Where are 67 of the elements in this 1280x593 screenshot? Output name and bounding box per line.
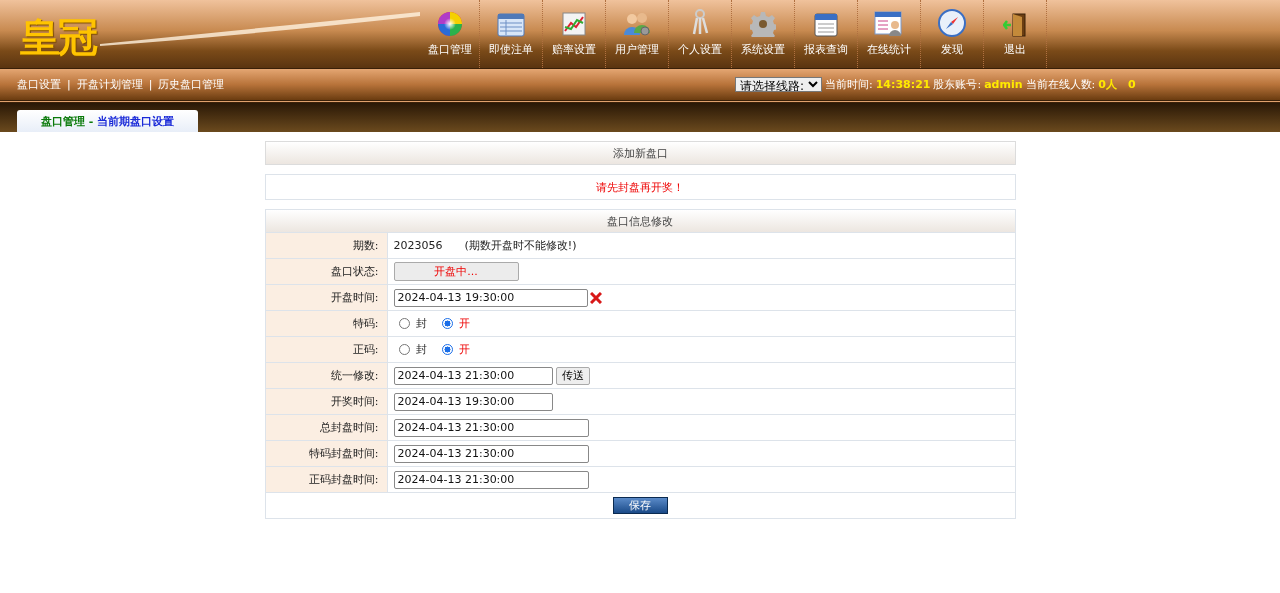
- compass-icon: [938, 9, 966, 37]
- radio-button[interactable]: [398, 344, 410, 355]
- field-label: 正码封盘时间:: [308, 472, 379, 487]
- profile-card-icon: [874, 11, 904, 37]
- nav-item[interactable]: 退出: [984, 0, 1047, 68]
- count-value: 0: [1127, 78, 1136, 91]
- account-name: admin: [984, 78, 1023, 91]
- datetime-field[interactable]: 2024-04-13 21:30:00: [393, 366, 553, 385]
- online-label: 当前在线人数:: [1025, 77, 1096, 92]
- datetime-field[interactable]: 2024-04-13 19:30:00: [393, 392, 553, 411]
- exit-door-icon: [1003, 13, 1027, 37]
- field-label: 盘口状态:: [330, 264, 379, 279]
- field-label: 开盘时间:: [330, 290, 379, 305]
- nav-item[interactable]: 报表查询: [795, 0, 858, 68]
- nav-item[interactable]: 盘口管理: [420, 0, 480, 68]
- subnav-link[interactable]: 历史盘口管理: [158, 77, 225, 92]
- table-icon: [497, 13, 525, 37]
- nav-item[interactable]: 在线统计: [858, 0, 921, 68]
- line-select[interactable]: 请选择线路:: [735, 77, 822, 92]
- field-label: 特码封盘时间:: [308, 446, 379, 461]
- page-tab[interactable]: 盘口管理 - 当前期盘口设置: [17, 110, 199, 132]
- datetime-field[interactable]: 2024-04-13 21:30:00: [393, 418, 589, 437]
- subnav-link[interactable]: 盘口设置: [17, 77, 61, 92]
- datetime-field[interactable]: 2024-04-13 21:30:00: [393, 470, 589, 489]
- separator: |: [67, 78, 71, 91]
- nav-item[interactable]: 系统设置: [732, 0, 795, 68]
- calendar-icon: [814, 11, 838, 37]
- color-wheel-icon: [436, 11, 463, 37]
- radio-button[interactable]: [441, 318, 453, 329]
- form-title: 盘口信息修改: [265, 210, 1015, 232]
- save-button[interactable]: 保存: [612, 497, 668, 514]
- radio-label: 开: [458, 342, 470, 357]
- logo: 皇冠: [20, 13, 96, 62]
- notice-message: 请先封盘再开奖！: [264, 174, 1016, 200]
- account-label: 股东账号:: [933, 77, 982, 92]
- users-icon: [623, 11, 651, 37]
- datetime-field[interactable]: 2024-04-13 19:30:00: [393, 288, 588, 307]
- separator: |: [148, 78, 153, 91]
- radio-label: 封: [415, 316, 427, 331]
- radio-label: 开: [458, 316, 470, 331]
- radio-label: 封: [415, 342, 427, 357]
- field-label: 开奖时间:: [330, 394, 379, 409]
- field-label: 期数:: [352, 238, 379, 253]
- clear-icon[interactable]: [589, 291, 602, 304]
- nav-item[interactable]: 个人设置: [669, 0, 732, 68]
- subnav-link[interactable]: 开盘计划管理: [76, 77, 143, 92]
- field-label: 总封盘时间:: [319, 420, 379, 435]
- online-count: 0人: [1098, 77, 1117, 92]
- period-number: 2023056: [393, 239, 443, 252]
- nav-item[interactable]: 赔率设置: [543, 0, 606, 68]
- datetime-field[interactable]: 2024-04-13 21:30:00: [393, 444, 589, 463]
- field-label: 特码:: [352, 316, 379, 331]
- send-button[interactable]: 传送: [555, 366, 590, 385]
- field-label: 正码:: [352, 342, 379, 357]
- gear-icon: [750, 11, 776, 37]
- time-label: 当前时间:: [825, 77, 873, 92]
- chart-icon: [561, 11, 587, 37]
- add-panel-bar[interactable]: 添加新盘口: [264, 141, 1016, 165]
- status-button[interactable]: 开盘中...: [393, 262, 519, 281]
- field-label: 统一修改:: [330, 368, 379, 383]
- radio-button[interactable]: [441, 344, 453, 355]
- period-note: (期数开盘时不能修改!): [464, 238, 577, 253]
- nav-item[interactable]: 发现: [921, 0, 984, 68]
- nav-item[interactable]: 即使注单: [480, 0, 543, 68]
- current-time: 14:38:21: [875, 78, 931, 91]
- nav-item[interactable]: 用户管理: [606, 0, 669, 68]
- radio-button[interactable]: [398, 318, 410, 329]
